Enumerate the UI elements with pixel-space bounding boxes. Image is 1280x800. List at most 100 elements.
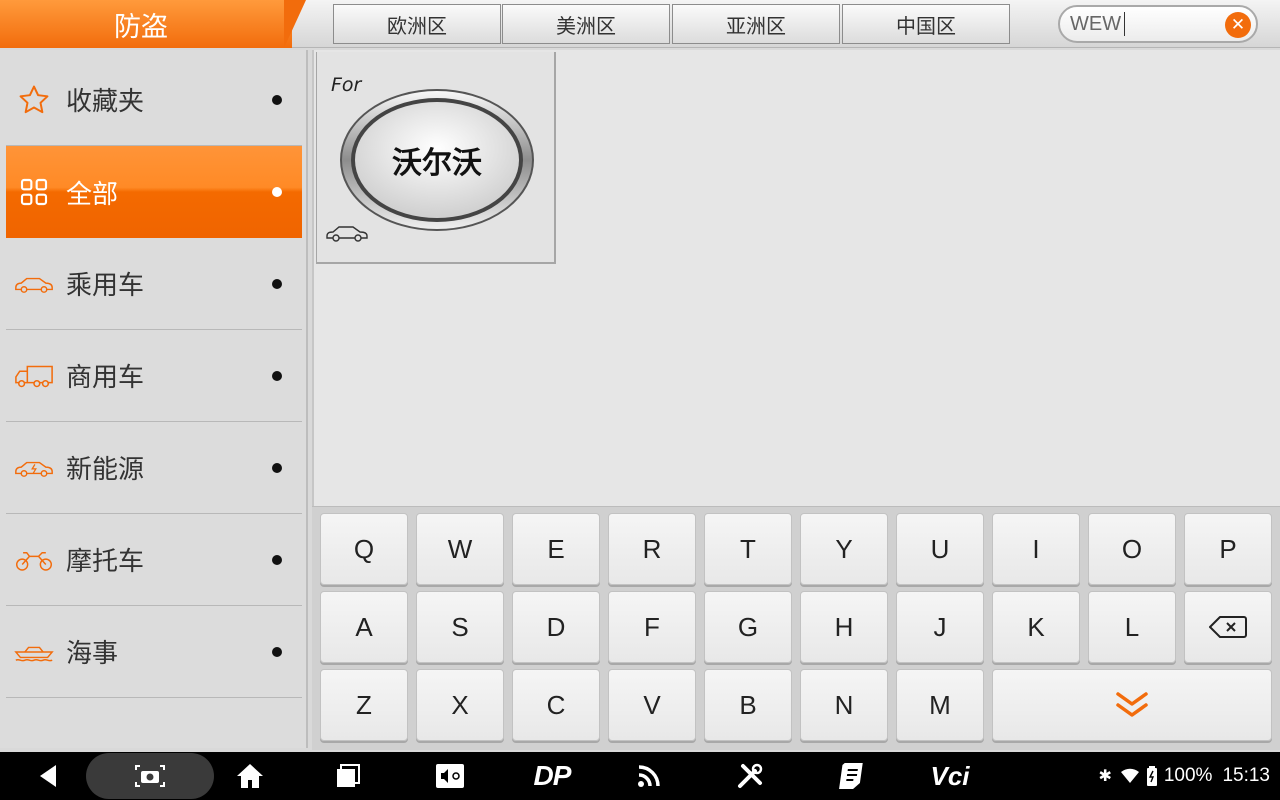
key-p[interactable]: P [1184,513,1272,585]
key-d[interactable]: D [512,591,600,663]
key-i[interactable]: I [992,513,1080,585]
key-v[interactable]: V [608,669,696,741]
indicator-dot [272,279,282,289]
tools-button[interactable] [720,752,780,800]
page-title: 防盗 [0,0,292,48]
sidebar-item-favorites[interactable]: 收藏夹 [6,54,302,146]
key-a[interactable]: A [320,591,408,663]
screenshot-icon [135,765,165,787]
battery-icon [1146,766,1157,786]
hide-keyboard-icon [1116,692,1148,717]
star-icon [14,80,54,120]
sidebar-item-passenger-car[interactable]: 乘用车 [6,238,302,330]
search-input-value[interactable]: WEW [1070,13,1121,36]
clear-search-button[interactable]: ✕ [1225,12,1251,38]
text-caret [1124,12,1125,36]
back-icon [40,765,56,787]
grid-icon [14,172,54,212]
key-k[interactable]: K [992,591,1080,663]
system-nav-bar: DP Vci ✱ 100% 15:13 [0,752,1280,800]
backspace-icon [1209,616,1247,638]
search-input[interactable]: WEW ✕ [1058,5,1258,43]
sidebar-item-label: 海事 [66,639,119,669]
vci-button[interactable]: Vci [918,752,982,800]
volume-brightness-icon [436,764,464,788]
indicator-dot [272,95,282,105]
key-z[interactable]: Z [320,669,408,741]
recents-button[interactable] [318,752,378,800]
key-g[interactable]: G [704,591,792,663]
key-e[interactable]: E [512,513,600,585]
indicator-dot [272,463,282,473]
top-bar: 防盗 欧洲区 美洲区 亚洲区 中国区 WEW ✕ [0,0,1280,48]
sidebar-item-new-energy[interactable]: 新能源 [6,422,302,514]
sidebar-item-label: 新能源 [66,455,145,485]
back-button[interactable] [18,752,78,800]
home-icon [237,764,263,788]
indicator-dot [272,555,282,565]
sidebar-item-marine[interactable]: 海事 [6,606,302,698]
key-c[interactable]: C [512,669,600,741]
tab-china[interactable]: 中国区 [842,4,1010,44]
key-r[interactable]: R [608,513,696,585]
key-x[interactable]: X [416,669,504,741]
dp-button[interactable]: DP [520,752,584,800]
boat-icon [14,632,54,672]
indicator-dot [272,647,282,657]
indicator-dot [272,371,282,381]
key-y[interactable]: Y [800,513,888,585]
indicator-dot [272,187,282,197]
sidebar-item-label: 摩托车 [66,547,145,577]
tab-america[interactable]: 美洲区 [502,4,670,44]
category-sidebar: 收藏夹 全部 乘用车 商用车 新能源 摩托车 海事 [0,50,308,748]
wifi-icon [1120,768,1139,783]
sidebar-item-commercial[interactable]: 商用车 [6,330,302,422]
hide-keyboard-key[interactable] [992,669,1272,741]
tab-europe[interactable]: 欧洲区 [333,4,501,44]
sidebar-item-label: 全部 [66,179,119,210]
key-j[interactable]: J [896,591,984,663]
key-f[interactable]: F [608,591,696,663]
key-w[interactable]: W [416,513,504,585]
notes-button[interactable] [820,752,880,800]
bluetooth-icon: ✱ [1098,768,1112,785]
key-b[interactable]: B [704,669,792,741]
sidebar-item-motorcycle[interactable]: 摩托车 [6,514,302,606]
sidebar-item-label: 商用车 [66,363,145,393]
motorcycle-icon [14,540,54,580]
status-area: ✱ 100% 15:13 [1092,752,1270,800]
key-l[interactable]: L [1088,591,1176,663]
ev-car-icon [14,448,54,488]
key-q[interactable]: Q [320,513,408,585]
brand-grid: For 沃尔沃 [312,50,1280,508]
key-t[interactable]: T [704,513,792,585]
key-m[interactable]: M [896,669,984,741]
clock: 15:13 [1222,765,1270,786]
tab-asia[interactable]: 亚洲区 [672,4,840,44]
battery-percent: 100% [1163,765,1213,786]
title-tab-tail [284,0,306,48]
home-button[interactable] [220,752,280,800]
dp-icon: DP [533,760,572,791]
notes-icon [839,763,863,789]
brand-card-volvo[interactable]: For 沃尔沃 [316,52,556,264]
key-n[interactable]: N [800,669,888,741]
screenshot-button-icon-wrap[interactable] [120,752,180,800]
tools-icon [738,763,763,788]
vci-icon: Vci [930,760,970,791]
key-u[interactable]: U [896,513,984,585]
key-s[interactable]: S [416,591,504,663]
key-o[interactable]: O [1088,513,1176,585]
key-h[interactable]: H [800,591,888,663]
passenger-car-icon [14,264,54,304]
wifi-signal-icon [638,765,660,787]
on-screen-keyboard: Q W E R T Y U I O P A S D F G H J K L Z … [312,506,1280,750]
car-outline-icon [326,226,368,242]
sidebar-item-all[interactable]: 全部 [6,146,302,238]
backspace-key[interactable] [1184,591,1272,663]
brand-name: 沃尔沃 [392,146,482,181]
sidebar-item-label: 收藏夹 [66,87,145,117]
wifi-signal-button[interactable] [620,752,680,800]
sidebar-item-label: 乘用车 [66,271,145,301]
volume-brightness-button[interactable] [420,752,480,800]
